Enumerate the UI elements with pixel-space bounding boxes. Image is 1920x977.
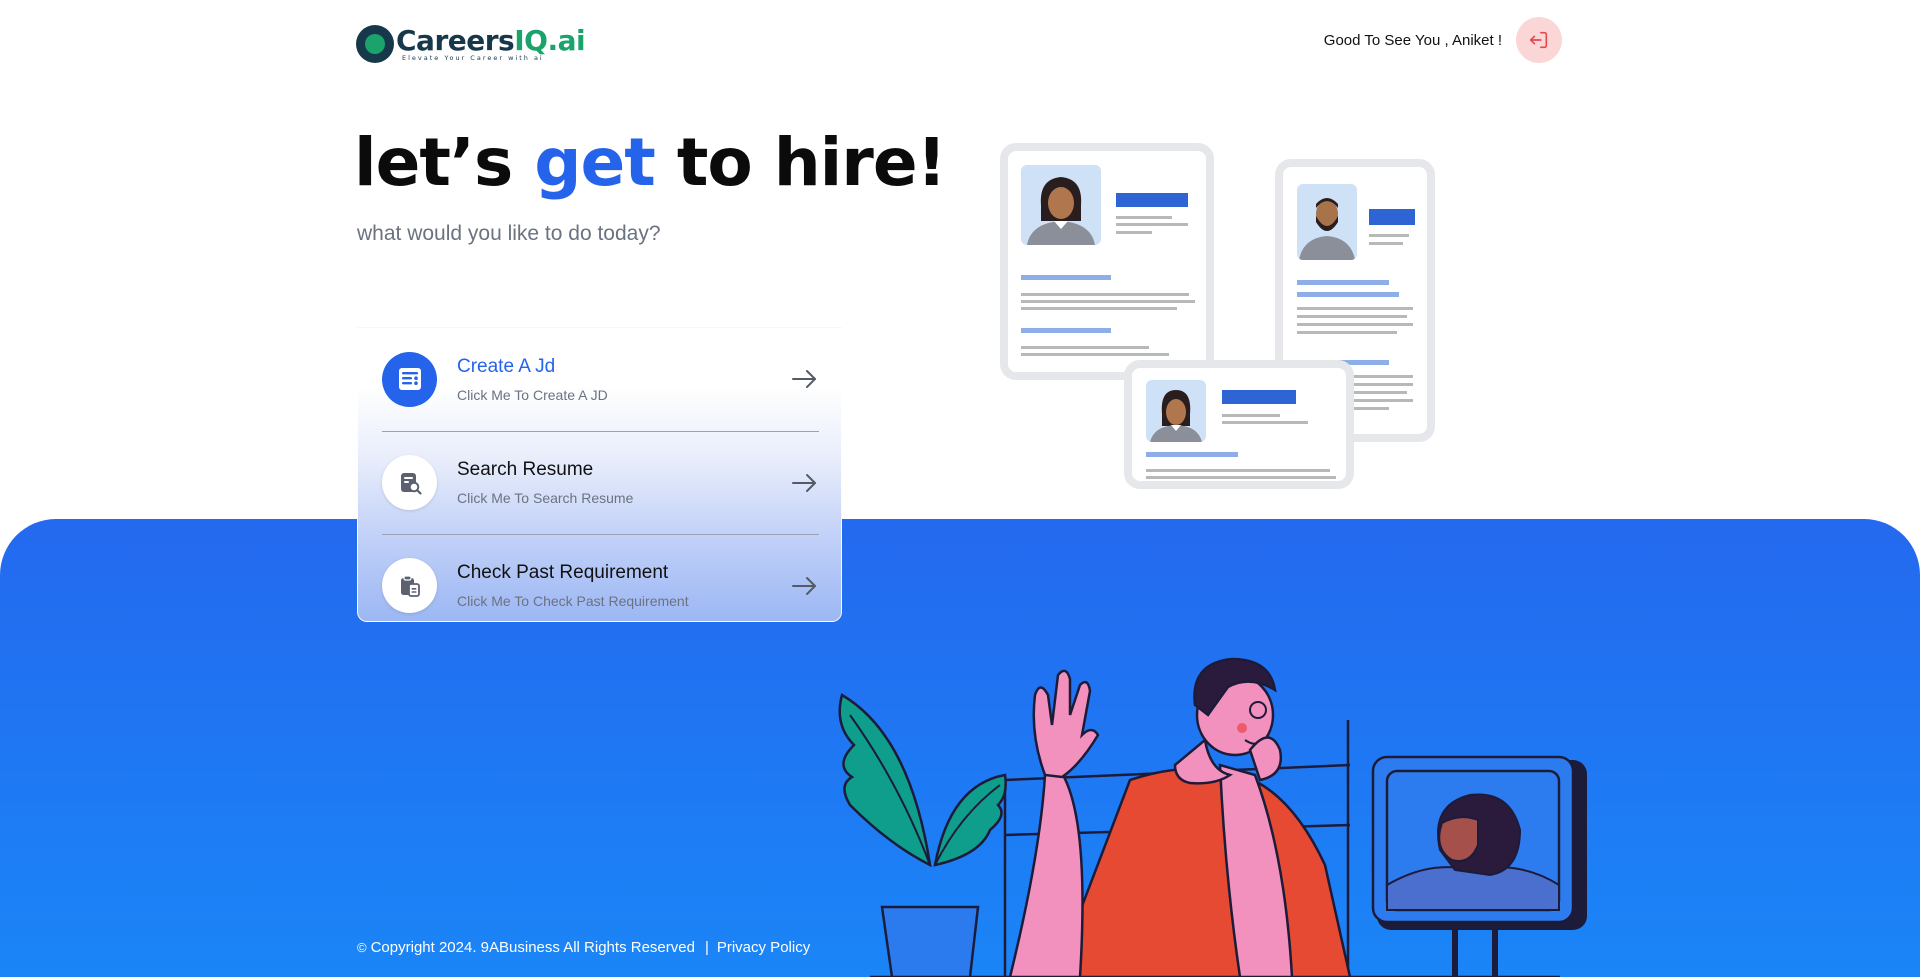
- arrow-right-icon: [792, 473, 816, 492]
- action-description: Click Me To Check Past Requirement: [457, 593, 689, 609]
- resume-card: [1124, 360, 1354, 489]
- footer-separator: |: [704, 939, 709, 956]
- copyright-text: Copyright 2024. 9ABusiness All Rights Re…: [370, 939, 695, 956]
- privacy-policy-link[interactable]: Privacy Policy: [717, 939, 810, 956]
- create-jd-action[interactable]: Create A Jd Click Me To Create A JD: [382, 328, 819, 430]
- page-title: let’s get to hire!: [354, 124, 947, 201]
- footer: © Copyright 2024. 9ABusiness All Rights …: [357, 939, 810, 956]
- brand-logo[interactable]: CareersIQ.ai Elevate Your Career with ai: [356, 20, 586, 68]
- logo-wordmark: CareersIQ.ai: [396, 24, 586, 57]
- list-document-icon: [398, 368, 421, 390]
- avatar: [1297, 184, 1357, 260]
- logo-mark-icon: [356, 25, 394, 63]
- user-greeting: Good To See You , Aniket !: [1323, 32, 1502, 49]
- logout-icon: [1529, 31, 1548, 49]
- avatar: [1021, 165, 1101, 245]
- action-title: Check Past Requirement: [457, 562, 669, 583]
- copyright-symbol: ©: [357, 940, 367, 955]
- arrow-right-icon: [792, 370, 816, 388]
- action-title: Create A Jd: [457, 355, 556, 377]
- avatar: [1146, 380, 1206, 442]
- action-description: Click Me To Search Resume: [457, 490, 634, 506]
- resume-card: [1000, 143, 1214, 380]
- video-call-illustration: [838, 657, 1587, 977]
- logo-tagline: Elevate Your Career with ai: [402, 54, 544, 62]
- arrow-right-icon: [792, 576, 816, 595]
- logout-button[interactable]: [1516, 17, 1562, 63]
- actions-panel: Create A Jd Click Me To Create A JD Sear…: [357, 327, 842, 622]
- resumes-illustration: [995, 140, 1445, 495]
- document-search-icon: [400, 472, 422, 495]
- check-past-requirement-action[interactable]: Check Past Requirement Click Me To Check…: [382, 534, 819, 636]
- action-description: Click Me To Create A JD: [457, 386, 608, 403]
- page-subtitle: what would you like to do today?: [357, 222, 661, 245]
- action-title: Search Resume: [457, 459, 594, 480]
- clipboard-icon: [400, 574, 420, 597]
- search-resume-action[interactable]: Search Resume Click Me To Search Resume: [382, 431, 819, 533]
